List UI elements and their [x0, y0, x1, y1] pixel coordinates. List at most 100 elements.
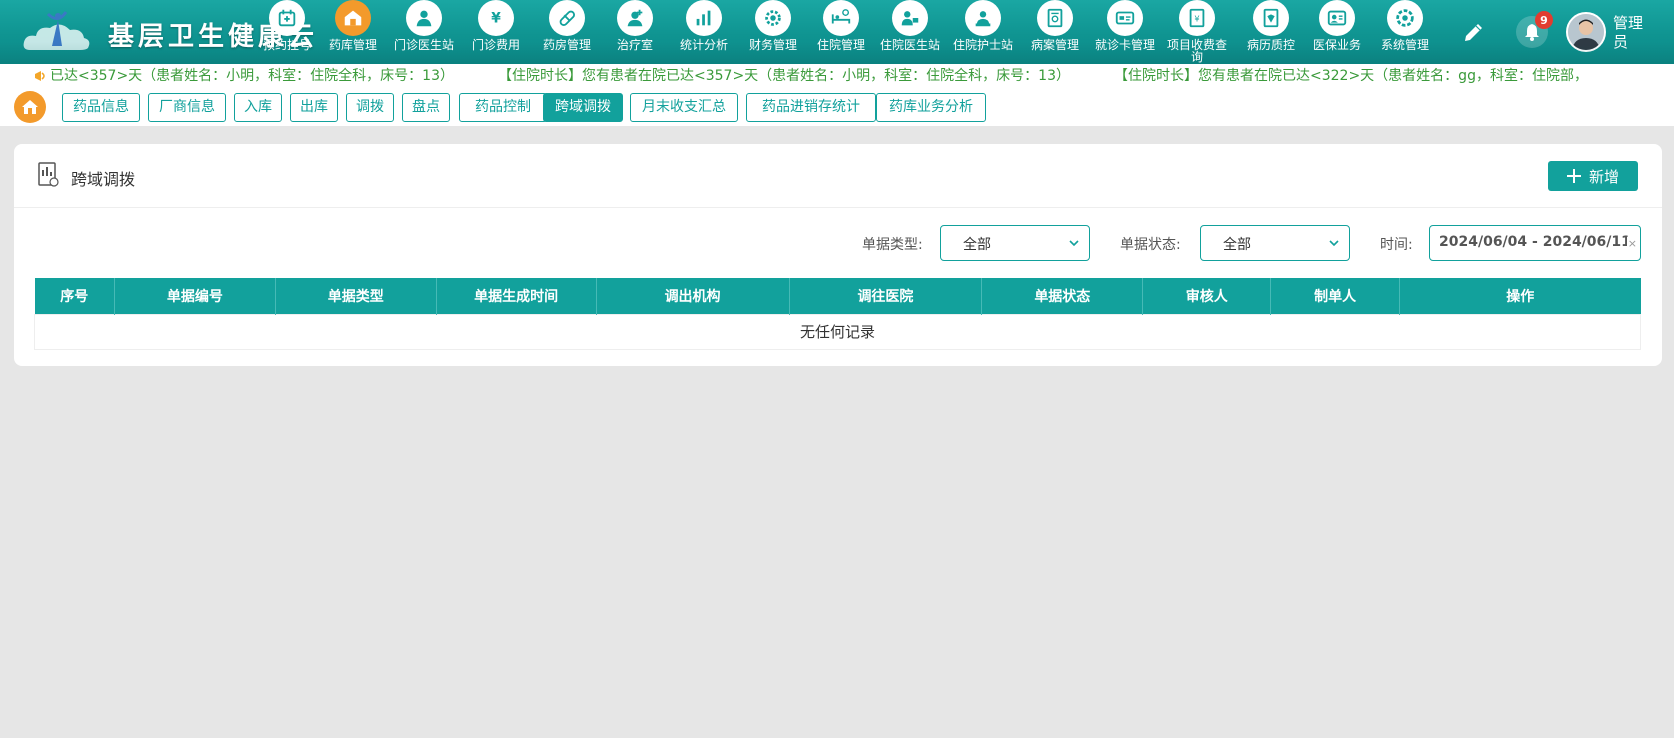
column-header: 单据编号 — [114, 278, 276, 314]
sub-nav: 药品信息 厂商信息 入库 出库 调拨 盘点 药品控制 跨域调拨 月末收支汇总 药品进销存统计 药库业… — [0, 88, 1674, 126]
insurance-icon — [1319, 0, 1355, 36]
content-card: 跨域调拨 新增 单据类型: 全部 单据状态: 全部 时间: 2024/06/04… — [14, 144, 1662, 366]
time-label: 时间: — [1380, 237, 1413, 253]
user-avatar[interactable] — [1566, 12, 1606, 52]
column-header: 序号 — [34, 278, 115, 314]
home-icon[interactable] — [14, 91, 46, 123]
svg-text:¥: ¥ — [1194, 14, 1199, 24]
column-header: 操作 — [1399, 278, 1641, 314]
pencil-icon[interactable] — [1462, 20, 1486, 44]
user-name[interactable]: 管理员 — [1613, 14, 1653, 52]
nav-item-label: 住院护士站 — [952, 38, 1013, 52]
nav-item-label: 系统管理 — [1380, 38, 1429, 52]
transfer-table: 序号 单据编号 单据类型 单据生成时间 调出机构 调往医院 单据状态 审核人 制单人 操作 无任何… — [34, 278, 1641, 350]
doc-type-value: 全部 — [963, 237, 991, 253]
nav-item-9[interactable]: 住院医生站 — [875, 0, 945, 64]
tab-3[interactable]: 出库 — [290, 93, 338, 122]
nav-item-label: 病案管理 — [1030, 38, 1079, 52]
hospital-bed-icon — [823, 0, 859, 36]
doc-status-value: 全部 — [1223, 237, 1251, 253]
tab-2[interactable]: 入库 — [234, 93, 282, 122]
document-chart-icon — [38, 162, 59, 187]
pill-icon — [549, 0, 585, 36]
date-range-input[interactable]: 2024/06/04 - 2024/06/11 × — [1429, 225, 1641, 261]
tab-8[interactable]: 月末收支汇总 — [630, 93, 738, 122]
ticker-message: 【住院时长】您有患者在院已达<357>天（患者姓名：小明，科室：住院全科，床号：… — [498, 68, 1070, 84]
nav-item-label: 就诊卡管理 — [1094, 38, 1155, 52]
nav-item-label: 住院管理 — [816, 38, 865, 52]
tab-10[interactable]: 药库业务分析 — [876, 93, 986, 122]
column-header: 调往医院 — [789, 278, 983, 314]
nav-item-12[interactable]: 就诊卡管理 — [1090, 0, 1160, 64]
date-range-value: 2024/06/04 - 2024/06/11 — [1439, 234, 1631, 250]
column-header: 单据生成时间 — [436, 278, 597, 314]
top-header: 基层卫生健康云 预约挂号 药库管理 门诊医生站 ¥ 门诊费用 药房管理 治疗室 统计分析 财务管… — [0, 0, 1674, 64]
tab-1[interactable]: 厂商信息 — [148, 93, 226, 122]
ticker-message: 已达<357>天（患者姓名：小明，科室：住院全科，床号：13） — [50, 68, 454, 84]
nav-item-4[interactable]: 药房管理 — [532, 0, 602, 64]
nav-item-label: 项目收费查询 — [1166, 38, 1227, 64]
nav-item-label: 治疗室 — [616, 38, 653, 52]
column-header: 单据类型 — [275, 278, 437, 314]
nav-item-label: 统计分析 — [679, 38, 728, 52]
nav-item-8[interactable]: 住院管理 — [806, 0, 876, 64]
nav-item-1[interactable]: 药库管理 — [318, 0, 388, 64]
column-header: 制单人 — [1270, 278, 1401, 314]
nav-item-15[interactable]: 医保业务 — [1302, 0, 1372, 64]
tab-4[interactable]: 调拨 — [346, 93, 394, 122]
calendar-plus-icon — [269, 0, 305, 36]
clear-icon[interactable]: × — [1626, 237, 1637, 250]
tab-0[interactable]: 药品信息 — [62, 93, 140, 122]
page-title: 跨域调拨 — [71, 170, 136, 189]
nav-item-label: 预约挂号 — [262, 38, 311, 52]
gear-money-icon — [755, 0, 791, 36]
empty-message: 无任何记录 — [34, 313, 1641, 350]
notification-badge: 9 — [1535, 11, 1553, 29]
tab-9[interactable]: 药品进销存统计 — [746, 93, 876, 122]
nav-item-6[interactable]: 统计分析 — [669, 0, 739, 64]
nav-item-2[interactable]: 门诊医生站 — [389, 0, 459, 64]
nav-item-label: 门诊医生站 — [393, 38, 454, 52]
tab-5[interactable]: 盘点 — [402, 93, 450, 122]
doc-status-select[interactable]: 全部 — [1200, 225, 1350, 261]
add-button-label: 新增 — [1588, 167, 1619, 186]
nav-item-0[interactable]: 预约挂号 — [252, 0, 322, 64]
notice-ticker: 已达<357>天（患者姓名：小明，科室：住院全科，床号：13） 【住院时长】您有… — [0, 64, 1674, 88]
nav-item-7[interactable]: 财务管理 — [738, 0, 808, 64]
fee-search-icon: ¥ — [1179, 0, 1215, 36]
nav-item-label: 药房管理 — [542, 38, 591, 52]
table-row: 无任何记录 — [34, 313, 1641, 350]
nav-item-label: 药库管理 — [328, 38, 377, 52]
column-header: 单据状态 — [981, 278, 1144, 314]
yen-icon: ¥ — [478, 0, 514, 36]
nav-item-10[interactable]: 住院护士站 — [948, 0, 1018, 64]
nurse-icon — [617, 0, 653, 36]
nav-item-5[interactable]: 治疗室 — [600, 0, 670, 64]
record-icon — [1037, 0, 1073, 36]
nav-item-label: 住院医生站 — [879, 38, 940, 52]
ticker-message: 【住院时长】您有患者在院已达<322>天（患者姓名：gg，科室：住院部， — [1114, 68, 1588, 84]
column-header: 调出机构 — [596, 278, 790, 314]
nav-item-label: 门诊费用 — [471, 38, 520, 52]
card-header: 跨域调拨 新增 — [14, 144, 1662, 208]
nav-item-3[interactable]: ¥ 门诊费用 — [461, 0, 531, 64]
nav-item-16[interactable]: 系统管理 — [1370, 0, 1440, 64]
nurse-station-icon — [965, 0, 1001, 36]
warehouse-icon — [335, 0, 371, 36]
nav-item-label: 病历质控 — [1246, 38, 1295, 52]
chevron-down-icon — [1069, 240, 1079, 247]
tab-6[interactable]: 药品控制 — [459, 93, 547, 122]
nav-item-13[interactable]: ¥ 项目收费查询 — [1162, 0, 1232, 64]
nav-item-11[interactable]: 病案管理 — [1020, 0, 1090, 64]
nav-item-14[interactable]: 病历质控 — [1236, 0, 1306, 64]
plus-icon — [1566, 169, 1581, 183]
nav-item-label: 财务管理 — [748, 38, 797, 52]
card-icon — [1107, 0, 1143, 36]
quality-icon — [1253, 0, 1289, 36]
doc-type-select[interactable]: 全部 — [940, 225, 1090, 261]
doctor-card-icon — [892, 0, 928, 36]
tab-7[interactable]: 跨域调拨 — [543, 93, 623, 122]
bar-chart-icon — [686, 0, 722, 36]
doc-status-label: 单据状态: — [1120, 237, 1181, 253]
add-button[interactable]: 新增 — [1548, 161, 1638, 191]
